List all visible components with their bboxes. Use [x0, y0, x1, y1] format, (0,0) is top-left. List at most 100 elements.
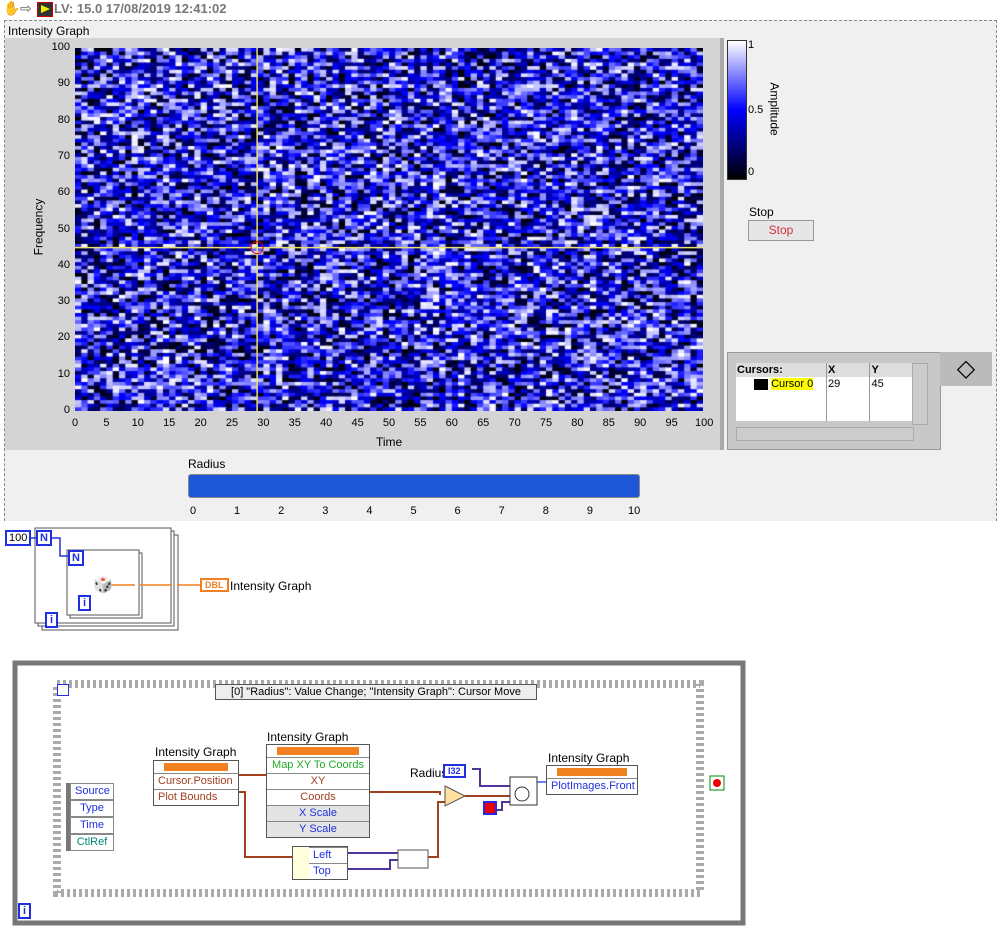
x-tick: 50: [382, 417, 396, 429]
radius-tick: 2: [278, 505, 285, 517]
x-tick: 40: [320, 417, 333, 429]
version-title: LV: 15.0 17/08/2019 12:41:02: [54, 1, 227, 16]
event-data-ctlref[interactable]: CtlRef: [70, 834, 114, 851]
unbundle-by-name[interactable]: Left Top: [292, 846, 348, 880]
outer-n-terminal[interactable]: N: [36, 530, 52, 546]
color-scale[interactable]: [727, 40, 747, 180]
x-tick: 25: [225, 417, 239, 429]
radius-tick: 9: [586, 505, 593, 517]
unbundle-left[interactable]: Left: [309, 847, 347, 863]
arrow-icon[interactable]: ⇨: [20, 0, 32, 17]
radius-tick: 6: [454, 505, 461, 517]
y-tick: 30: [57, 295, 70, 308]
y-tick: 20: [57, 331, 70, 344]
x-tick: 65: [477, 417, 490, 429]
invoke-item[interactable]: Coords: [267, 789, 369, 805]
stop-label: Stop: [749, 205, 774, 219]
cursor-name[interactable]: Cursor 0: [771, 378, 814, 390]
y-tick: 10: [57, 367, 70, 380]
y-tick: 0: [63, 404, 70, 416]
event-case-selector[interactable]: [0] "Radius": Value Change; "Intensity G…: [215, 684, 537, 700]
x-tick: 90: [634, 417, 647, 429]
x-tick: 15: [163, 417, 176, 429]
prop-node2-label: Intensity Graph: [548, 751, 630, 765]
labview-icon: [37, 2, 53, 17]
radius-tick: 7: [498, 505, 505, 517]
invoke-node[interactable]: Map XY To Coords XY Coords X Scale Y Scale: [266, 744, 370, 838]
x-tick: 85: [602, 417, 615, 429]
event-data-source[interactable]: Source: [70, 783, 114, 800]
y-tick: 90: [57, 77, 70, 90]
outer-i-terminal: i: [45, 612, 59, 628]
radius-terminal-label: Radius: [410, 766, 448, 780]
x-tick: 80: [571, 417, 584, 429]
x-tick: 5: [103, 417, 110, 429]
z-axis-label: Amplitude: [767, 82, 782, 136]
prop-item[interactable]: Plot Bounds: [154, 789, 238, 805]
radius-slider[interactable]: [188, 474, 640, 498]
y-tick: 40: [57, 258, 70, 271]
col-x: X: [826, 363, 871, 377]
x-tick: 45: [351, 417, 364, 429]
stop-button[interactable]: Stop: [748, 220, 814, 241]
hand-icon[interactable]: ✋: [3, 0, 20, 17]
bundle-node: [397, 849, 429, 869]
radius-i32-terminal[interactable]: I32: [443, 764, 466, 778]
invoke-item[interactable]: Map XY To Coords: [267, 757, 369, 773]
prop-item[interactable]: Cursor.Position: [154, 773, 238, 789]
y-tick: 80: [57, 113, 70, 126]
col-cursors: Cursors:: [736, 363, 827, 377]
block-diagram-wires: [12, 527, 746, 926]
radius-tick: 5: [410, 505, 417, 517]
x-tick: 0: [71, 417, 79, 429]
x-tick: 75: [539, 417, 553, 429]
random-number-dice-icon[interactable]: 🎲: [93, 575, 113, 595]
invoke-item[interactable]: X Scale: [267, 805, 369, 821]
dbl-terminal[interactable]: DBL: [200, 578, 229, 592]
cursor-y[interactable]: 45: [870, 377, 912, 421]
col-y: Y: [871, 364, 879, 376]
color-constant: [483, 801, 497, 815]
n-constant[interactable]: 100: [5, 530, 32, 546]
property-node-1[interactable]: Cursor.Position Plot Bounds: [153, 760, 239, 806]
y-tick: 50: [57, 222, 70, 235]
subtract-node: [444, 785, 467, 807]
x-tick: 35: [288, 417, 301, 429]
while-loop-iteration-terminal: i: [18, 903, 32, 919]
invoke-item[interactable]: XY: [267, 773, 369, 789]
unbundle-top[interactable]: Top: [309, 863, 347, 879]
inner-n-terminal[interactable]: N: [68, 550, 84, 566]
radius-tick: 1: [234, 505, 241, 517]
x-tick: 100: [695, 417, 714, 429]
cursor-x[interactable]: 29: [826, 377, 871, 421]
prop-node-label: Intensity Graph: [155, 745, 237, 759]
z-tick: 1: [748, 39, 755, 51]
event-data-type[interactable]: Type: [70, 800, 114, 817]
radius-tick: 0: [189, 505, 197, 517]
vertical-scrollbar[interactable]: [912, 363, 928, 425]
y-tick: 100: [51, 41, 70, 53]
x-tick: 60: [445, 417, 458, 429]
cursor-row[interactable]: Cursor 0 29 45: [736, 377, 912, 421]
invoke-item[interactable]: Y Scale: [267, 821, 369, 837]
radius-tick: 8: [542, 505, 549, 517]
cursor-move-icon[interactable]: ◇: [940, 352, 992, 386]
horizontal-scrollbar[interactable]: [736, 427, 914, 441]
radius-tick: 3: [322, 505, 329, 517]
event-data-node: Source Type Time CtlRef: [66, 783, 114, 851]
radius-tick: 4: [366, 505, 373, 517]
cursor-overlay[interactable]: [75, 48, 703, 411]
x-tick: 95: [665, 417, 678, 429]
property-node-2[interactable]: PlotImages.Front: [546, 765, 638, 795]
timeout-hourglass-icon: [57, 684, 69, 696]
prop-plotimages-front[interactable]: PlotImages.Front: [547, 778, 637, 794]
event-data-time[interactable]: Time: [70, 817, 114, 834]
toolbar: ✋ ⇨ LV: 15.0 17/08/2019 12:41:02: [0, 0, 999, 18]
inner-i-terminal: i: [78, 595, 92, 611]
x-tick: 20: [194, 417, 207, 429]
x-tick: 10: [131, 417, 144, 429]
x-tick: 55: [414, 417, 427, 429]
cursor-crosshair-icon[interactable]: [754, 378, 768, 390]
y-tick: 70: [57, 149, 70, 162]
x-axis-label: Time: [376, 435, 403, 449]
